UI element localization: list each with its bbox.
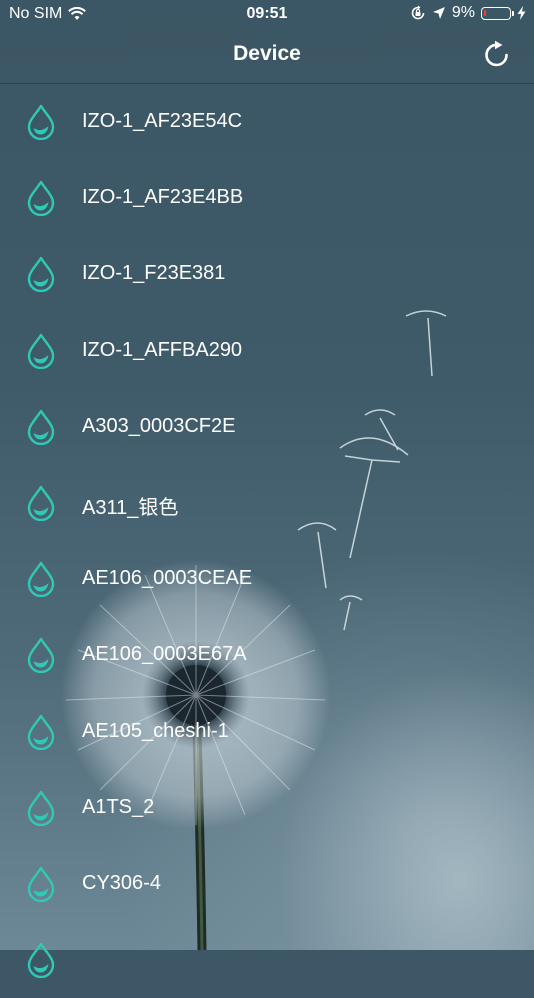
device-list-item[interactable]: CY306-4 bbox=[0, 846, 534, 922]
water-drop-icon bbox=[27, 409, 55, 445]
device-name: CY306-4 bbox=[82, 871, 161, 894]
device-name: IZO-1_AF23E54C bbox=[82, 110, 243, 132]
water-drop-icon bbox=[27, 714, 55, 750]
device-list-item[interactable]: A303_0003CF2E bbox=[0, 389, 534, 465]
water-drop-icon bbox=[27, 790, 55, 826]
device-list-item[interactable]: AE105_cheshi-1 bbox=[0, 694, 534, 770]
battery-icon bbox=[481, 6, 514, 20]
device-name: IZO-1_AFFBA290 bbox=[82, 338, 243, 361]
battery-percent: 9% bbox=[451, 4, 475, 21]
device-list-item[interactable]: IZO-1_AF23E4BB bbox=[0, 160, 534, 236]
location-arrow-icon bbox=[432, 7, 445, 19]
device-name: IZO-1_AF23E4BB bbox=[82, 186, 244, 209]
water-drop-icon bbox=[27, 561, 55, 598]
water-drop-icon bbox=[27, 942, 55, 979]
charging-bolt-icon bbox=[517, 6, 526, 20]
device-list-item[interactable]: A1TS_2 bbox=[0, 770, 534, 846]
device-name: A303_0003CF2E bbox=[82, 414, 236, 437]
device-list-item[interactable]: AE106_0003CEAE bbox=[0, 541, 534, 617]
water-drop-icon bbox=[27, 638, 55, 674]
water-drop-icon bbox=[27, 485, 55, 521]
device-list-item[interactable]: AE106_0003E67A bbox=[0, 617, 534, 693]
water-drop-icon bbox=[27, 333, 55, 369]
device-list-item[interactable]: A311_银色 bbox=[0, 465, 534, 541]
status-bar: No SIM 09:51 9% bbox=[0, 0, 534, 28]
device-name: AE106_0003E67A bbox=[82, 643, 247, 666]
battery-level-fill bbox=[484, 9, 486, 16]
water-drop-icon bbox=[27, 257, 55, 293]
device-name: AE105_cheshi-1 bbox=[82, 719, 229, 742]
device-list-item[interactable]: IZO-1_AFFBA290 bbox=[0, 313, 534, 389]
device-list: IZO-1_AF23E54C IZO-1_AF23E4BB IZO-1_F23E38… bbox=[0, 84, 534, 998]
refresh-icon bbox=[485, 40, 508, 67]
device-name: A311_银色 bbox=[82, 496, 179, 519]
device-list-item[interactable] bbox=[0, 922, 534, 998]
device-name: A1TS_2 bbox=[82, 795, 155, 818]
water-drop-icon bbox=[27, 104, 55, 140]
water-drop-icon bbox=[27, 866, 55, 902]
device-name: IZO-1_F23E381 bbox=[82, 262, 226, 285]
page-title: Device bbox=[233, 42, 301, 65]
orientation-lock-icon bbox=[411, 5, 425, 20]
water-drop-icon bbox=[27, 180, 55, 217]
refresh-button[interactable] bbox=[482, 40, 512, 70]
navigation-bar: Device bbox=[0, 28, 534, 84]
device-list-item[interactable]: IZO-1_AF23E54C bbox=[0, 84, 534, 160]
device-list-item[interactable]: IZO-1_F23E381 bbox=[0, 236, 534, 312]
device-name: AE106_0003CEAE bbox=[82, 567, 253, 590]
status-right: 9% bbox=[410, 4, 526, 22]
